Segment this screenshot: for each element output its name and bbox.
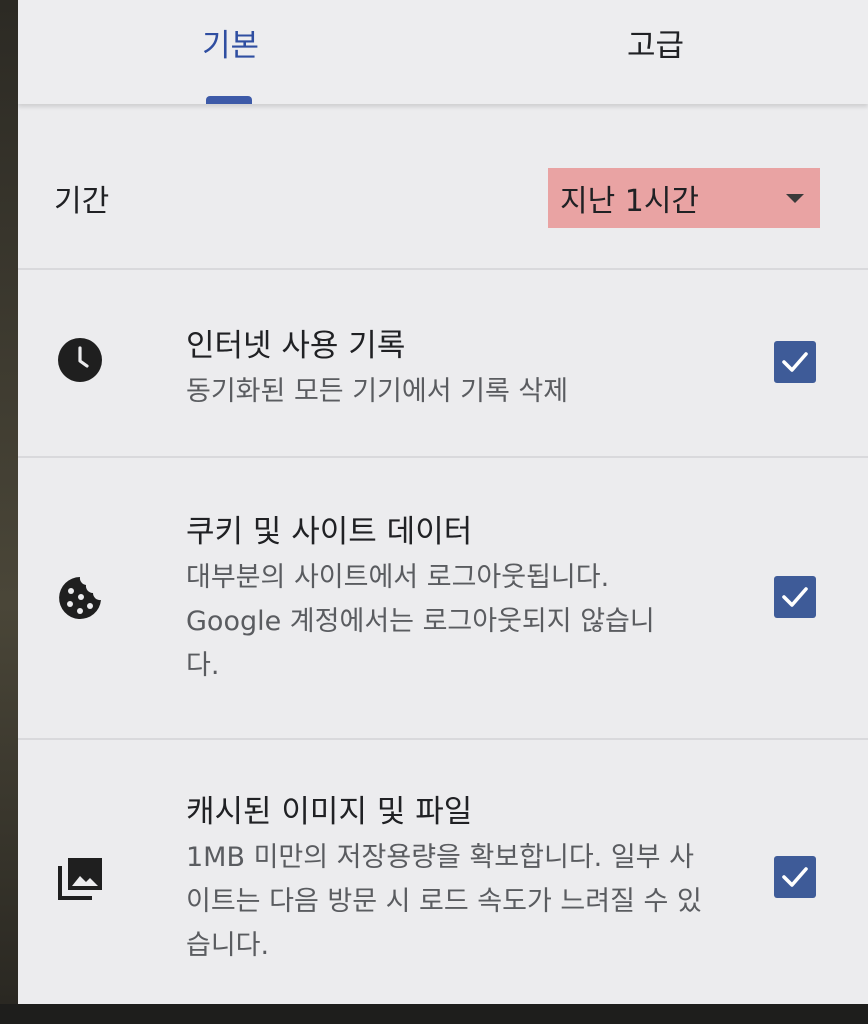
tab-bar: 기본 고급 — [18, 0, 868, 104]
cookie-icon — [56, 574, 104, 622]
device-bottom-edge — [0, 1004, 868, 1024]
time-range-value: 지난 1시간 — [560, 184, 700, 219]
time-range-label: 기간 — [54, 184, 110, 219]
check-icon — [782, 352, 808, 372]
cached-images-checkbox[interactable] — [774, 856, 816, 898]
list-item-cookies[interactable]: 쿠키 및 사이트 데이터 대부분의 사이트에서 로그아웃됩니다. Google … — [18, 458, 868, 738]
tab-basic[interactable]: 기본 — [18, 0, 443, 104]
item-description: 1MB 미만의 저장용량을 확보합니다. 일부 사이트는 다음 방문 시 로드 … — [186, 842, 702, 961]
tab-selected-indicator — [206, 96, 252, 104]
dropdown-caret-icon — [786, 194, 804, 203]
check-icon — [782, 587, 808, 607]
item-title: 쿠키 및 사이트 데이터 — [186, 514, 473, 550]
clock-icon — [56, 336, 104, 384]
tab-advanced[interactable]: 고급 — [443, 0, 868, 104]
cookies-checkbox[interactable] — [774, 576, 816, 618]
item-title: 캐시된 이미지 및 파일 — [186, 794, 473, 830]
clear-browsing-data-screen: 기본 고급 기간 지난 1시간 인터넷 사용 기록 동기화된 모든 기기에서 기… — [18, 0, 868, 1004]
browsing-history-checkbox[interactable] — [774, 341, 816, 383]
time-range-row: 기간 지난 1시간 — [18, 106, 868, 269]
check-icon — [782, 867, 808, 887]
tab-advanced-label: 고급 — [626, 28, 685, 64]
item-title: 인터넷 사용 기록 — [186, 328, 406, 364]
list-item-browsing-history[interactable]: 인터넷 사용 기록 동기화된 모든 기기에서 기록 삭제 — [18, 270, 868, 456]
tab-basic-label: 기본 — [201, 28, 260, 64]
device-edge — [0, 0, 18, 1004]
list-item-cached-images[interactable]: 캐시된 이미지 및 파일 1MB 미만의 저장용량을 확보합니다. 일부 사이트… — [18, 740, 868, 1004]
item-description: 대부분의 사이트에서 로그아웃됩니다. Google 계정에서는 로그아웃되지 … — [186, 562, 655, 681]
time-range-dropdown[interactable]: 지난 1시간 — [548, 168, 820, 228]
image-stack-icon — [56, 854, 104, 902]
item-description: 동기화된 모든 기기에서 기록 삭제 — [186, 376, 569, 407]
